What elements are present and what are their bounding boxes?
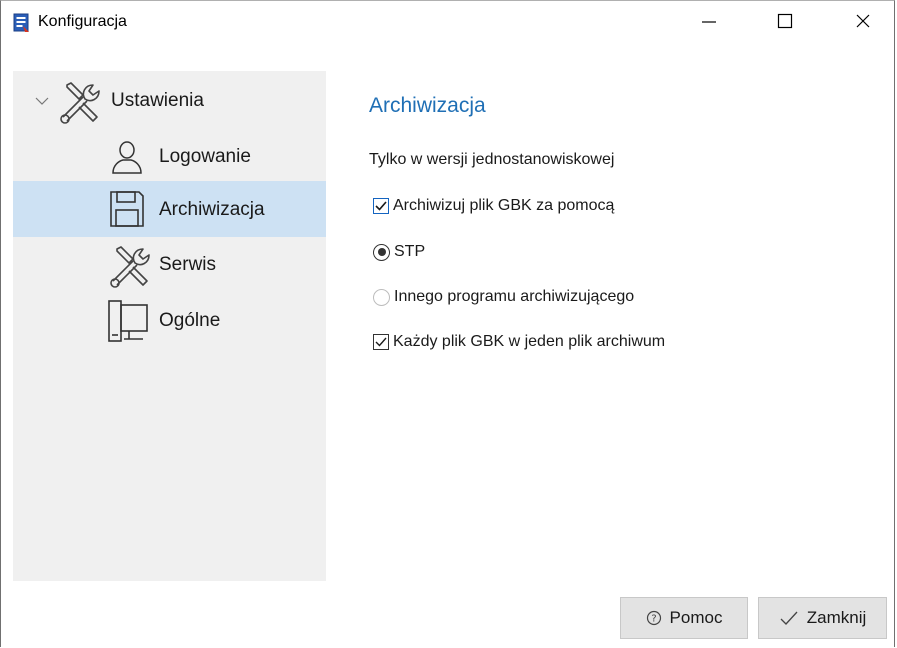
minimize-button[interactable] <box>686 1 732 41</box>
tree-item-archiwizacja[interactable]: Archiwizacja <box>13 181 326 237</box>
other-program-radio-row[interactable]: Innego programu archiwizującego <box>373 288 634 306</box>
radio-dot <box>377 248 386 256</box>
close-button-label: Zamknij <box>806 608 867 627</box>
tree-item-label: Ogólne <box>159 310 221 331</box>
help-button[interactable]: ? Pomoc <box>620 597 748 639</box>
configuration-window: Konfiguracja Ustawienia Logowanie Archiw… <box>0 0 895 647</box>
checkmark-icon <box>375 337 387 347</box>
floppy-disk-icon <box>109 190 145 233</box>
tree-item-label: Ustawienia <box>111 90 204 111</box>
each-file-checkbox-row[interactable]: Każdy plik GBK w jeden plik archiwum <box>373 333 665 351</box>
archive-checkbox-row[interactable]: Archiwizuj plik GBK za pomocą <box>373 197 614 215</box>
window-title: Konfiguracja <box>38 13 127 30</box>
section-subtitle: Tylko w wersji jednostanowiskowej <box>369 151 615 168</box>
tree-item-ogolne[interactable]: Ogólne <box>13 293 326 349</box>
tools-icon <box>107 241 155 294</box>
chevron-down-icon[interactable] <box>35 93 49 111</box>
tree-item-label: Archiwizacja <box>159 199 265 220</box>
close-icon <box>856 14 870 28</box>
svg-text:?: ? <box>651 614 656 625</box>
tree-item-label: Logowanie <box>159 146 251 167</box>
close-button[interactable]: Zamknij <box>758 597 887 639</box>
other-program-radio[interactable] <box>373 288 390 306</box>
checkmark-icon <box>375 201 387 211</box>
app-icon <box>12 13 32 33</box>
help-button-label: Pomoc <box>669 608 723 627</box>
stp-radio-row[interactable]: STP <box>373 243 425 261</box>
tools-icon <box>57 77 105 130</box>
archive-checkbox[interactable] <box>373 198 389 214</box>
checkmark-icon <box>779 610 799 626</box>
each-file-checkbox[interactable] <box>373 334 389 350</box>
maximize-icon <box>777 13 793 29</box>
stp-radio[interactable] <box>373 243 390 261</box>
archive-checkbox-label: Archiwizuj plik GBK za pomocą <box>393 197 615 214</box>
user-icon <box>109 139 145 180</box>
tree-item-ustawienia[interactable]: Ustawienia <box>13 73 326 129</box>
stp-radio-label: STP <box>394 243 426 260</box>
section-title: Archiwizacja <box>369 94 486 117</box>
close-window-button[interactable] <box>840 1 886 41</box>
maximize-button[interactable] <box>762 1 808 41</box>
minimize-icon <box>702 21 716 23</box>
other-program-radio-label: Innego programu archiwizującego <box>394 288 635 305</box>
tree-item-label: Serwis <box>159 254 217 275</box>
question-circle-icon: ? <box>646 610 662 626</box>
tree-item-logowanie[interactable]: Logowanie <box>13 129 326 185</box>
tree-item-serwis[interactable]: Serwis <box>13 237 326 293</box>
each-file-checkbox-label: Każdy plik GBK w jeden plik archiwum <box>393 333 666 350</box>
settings-tree: Ustawienia Logowanie Archiwizacja Serwis… <box>13 71 326 581</box>
computer-icon <box>107 299 149 348</box>
title-bar: Konfiguracja <box>1 1 894 43</box>
